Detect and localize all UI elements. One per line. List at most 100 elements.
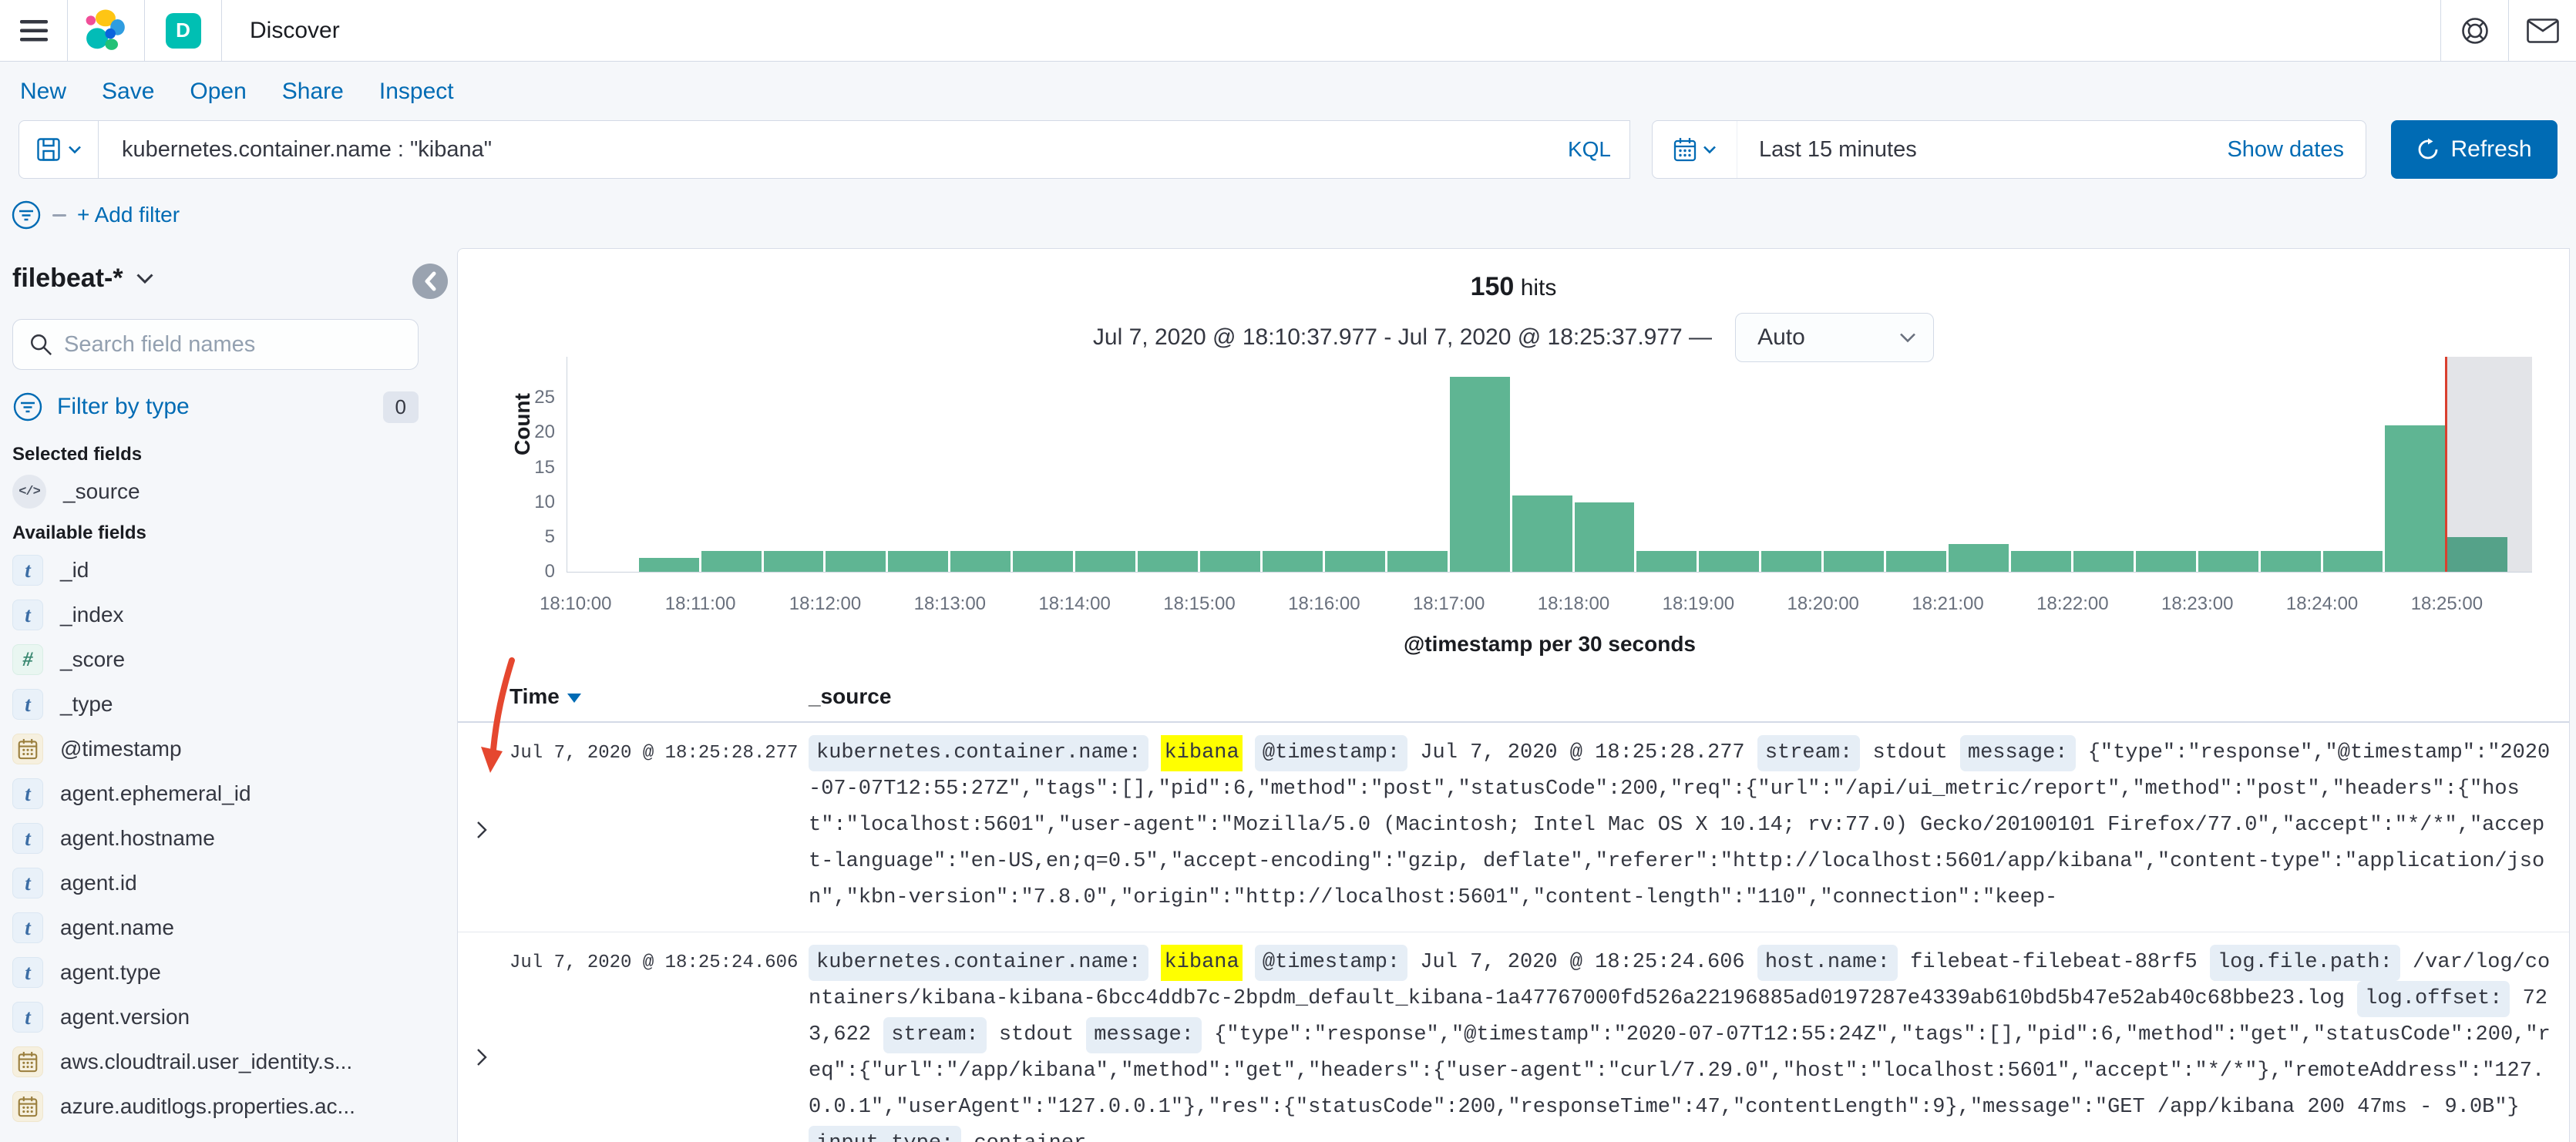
histogram-bar[interactable] xyxy=(826,550,886,572)
histogram-bar[interactable] xyxy=(1262,550,1323,572)
add-filter-button[interactable]: + Add filter xyxy=(77,203,180,227)
histogram-bar[interactable] xyxy=(1324,550,1385,572)
histogram-bar[interactable] xyxy=(1199,550,1260,572)
histogram-bar[interactable] xyxy=(2010,550,2071,572)
field-label: _score xyxy=(60,647,126,671)
save-icon xyxy=(36,138,60,161)
field-item-agent.ephemeral_id[interactable]: t agent.ephemeral_id xyxy=(12,777,419,811)
query-input-wrap: KQL xyxy=(99,120,1630,179)
field-name-badge: host.name: xyxy=(1757,945,1898,981)
field-item-agent.type[interactable]: t agent.type xyxy=(12,956,419,989)
hits-count: 150 xyxy=(1470,272,1515,301)
x-tick-label: 18:25:00 xyxy=(2410,593,2484,614)
expand-row-icon[interactable] xyxy=(476,945,509,1142)
histogram-chart: Count @timestamp per 30 seconds 0 5 10 15 20… xyxy=(458,357,2569,680)
field-item-aws.cloudtrail.user_identity.s...[interactable]: aws.cloudtrail.user_identity.s... xyxy=(12,1045,419,1079)
histogram-bar[interactable] xyxy=(1886,550,1947,572)
histogram-bar[interactable] xyxy=(2135,550,2196,572)
field-item-_source[interactable]: </> _source xyxy=(12,475,419,509)
menu-link-share[interactable]: Share xyxy=(282,79,344,106)
expand-row-icon[interactable] xyxy=(476,735,509,916)
calendar-icon xyxy=(1673,138,1696,162)
field-name-badge: kubernetes.container.name: xyxy=(809,945,1149,981)
field-label: @timestamp xyxy=(60,737,182,761)
histogram-bar[interactable] xyxy=(2198,550,2258,572)
refresh-icon xyxy=(2419,138,2438,160)
string-field-icon: t xyxy=(12,555,43,586)
chevron-left-icon xyxy=(425,271,436,291)
field-item-_index[interactable]: t _index xyxy=(12,598,419,632)
interval-select[interactable]: Auto xyxy=(1735,313,1935,362)
x-tick-label: 18:10:00 xyxy=(540,593,612,614)
saved-query-menu-button[interactable] xyxy=(18,120,99,179)
menu-link-new[interactable]: New xyxy=(20,79,66,106)
query-input[interactable] xyxy=(122,136,1552,163)
histogram-bar[interactable] xyxy=(763,550,824,572)
collapse-sidebar-button[interactable] xyxy=(412,264,448,299)
histogram-bar[interactable] xyxy=(1512,495,1572,572)
discover-app-icon[interactable]: D xyxy=(165,12,201,49)
histogram-bar[interactable] xyxy=(1075,550,1136,572)
refresh-button[interactable]: Refresh xyxy=(2391,120,2558,179)
histogram-bar[interactable] xyxy=(1636,550,1697,572)
field-item-agent.id[interactable]: t agent.id xyxy=(12,866,419,900)
filter-menu-icon[interactable] xyxy=(11,200,42,230)
histogram-bar[interactable] xyxy=(1699,550,1760,572)
histogram-bar[interactable] xyxy=(1574,502,1635,572)
newsfeed-icon[interactable] xyxy=(2508,0,2576,61)
help-icon[interactable] xyxy=(2440,0,2508,61)
query-language-button[interactable]: KQL xyxy=(1568,137,1611,162)
x-tick-label: 18:13:00 xyxy=(913,593,987,614)
histogram-bar[interactable] xyxy=(1949,543,2009,572)
field-item-agent.hostname[interactable]: t agent.hostname xyxy=(12,821,419,855)
x-tick-label: 18:18:00 xyxy=(1537,593,1610,614)
field-label: _type xyxy=(60,692,113,716)
histogram-bar[interactable] xyxy=(1013,550,1074,572)
date-quick-select-button[interactable] xyxy=(1653,121,1737,178)
histogram-bar[interactable] xyxy=(1449,377,1510,572)
histogram-bar[interactable] xyxy=(1138,550,1198,572)
field-item-@timestamp[interactable]: @timestamp xyxy=(12,732,419,766)
string-field-icon: t xyxy=(12,778,43,809)
field-item-agent.version[interactable]: t agent.version xyxy=(12,1000,419,1034)
menu-link-inspect[interactable]: Inspect xyxy=(379,79,454,106)
histogram-bar[interactable] xyxy=(2385,425,2446,572)
field-label: agent.ephemeral_id xyxy=(60,781,251,805)
field-item-_type[interactable]: t _type xyxy=(12,687,419,721)
y-tick-label: 10 xyxy=(534,491,555,512)
histogram-bar[interactable] xyxy=(2073,550,2134,572)
histogram-bar[interactable] xyxy=(2260,550,2321,572)
filter-type-icon[interactable] xyxy=(12,391,43,422)
histogram-bar[interactable] xyxy=(1761,550,1822,572)
field-search-input[interactable] xyxy=(64,331,402,358)
field-label: agent.version xyxy=(60,1005,190,1029)
time-range-value[interactable]: Last 15 minutes xyxy=(1737,137,1917,163)
field-item-azure.auditlogs.properties.ac...[interactable]: azure.auditlogs.properties.ac... xyxy=(12,1090,419,1124)
filter-by-type-button[interactable]: Filter by type xyxy=(57,394,190,420)
histogram-bar[interactable] xyxy=(1824,550,1885,572)
row-source: kubernetes.container.name: kibana @times… xyxy=(809,735,2551,916)
field-label: _index xyxy=(60,603,124,626)
field-item-agent.name[interactable]: t agent.name xyxy=(12,911,419,945)
table-rows: Jul 7, 2020 @ 18:25:28.277 kubernetes.con… xyxy=(458,723,2569,1142)
menu-link-save[interactable]: Save xyxy=(102,79,154,106)
time-column-header[interactable]: Time xyxy=(509,684,809,709)
index-pattern-switcher[interactable]: filebeat-* xyxy=(12,260,419,296)
field-item-_score[interactable]: # _score xyxy=(12,643,419,677)
menu-hamburger-icon[interactable] xyxy=(0,0,68,61)
show-dates-button[interactable]: Show dates xyxy=(2227,137,2366,163)
histogram-bar[interactable] xyxy=(2447,536,2508,572)
menu-link-open[interactable]: Open xyxy=(190,79,246,106)
string-field-icon: t xyxy=(12,1002,43,1033)
histogram-bar[interactable] xyxy=(1387,550,1448,572)
elastic-logo[interactable] xyxy=(68,0,145,61)
histogram-bar[interactable] xyxy=(2322,550,2383,572)
histogram-bar[interactable] xyxy=(638,557,699,572)
string-field-icon: t xyxy=(12,957,43,988)
field-item-_id[interactable]: t _id xyxy=(12,553,419,587)
x-tick-label: 18:20:00 xyxy=(1787,593,1859,614)
histogram-bar[interactable] xyxy=(701,550,762,572)
histogram-bar[interactable] xyxy=(888,550,949,572)
histogram-bar[interactable] xyxy=(950,550,1011,572)
page-title: Discover xyxy=(250,17,340,43)
